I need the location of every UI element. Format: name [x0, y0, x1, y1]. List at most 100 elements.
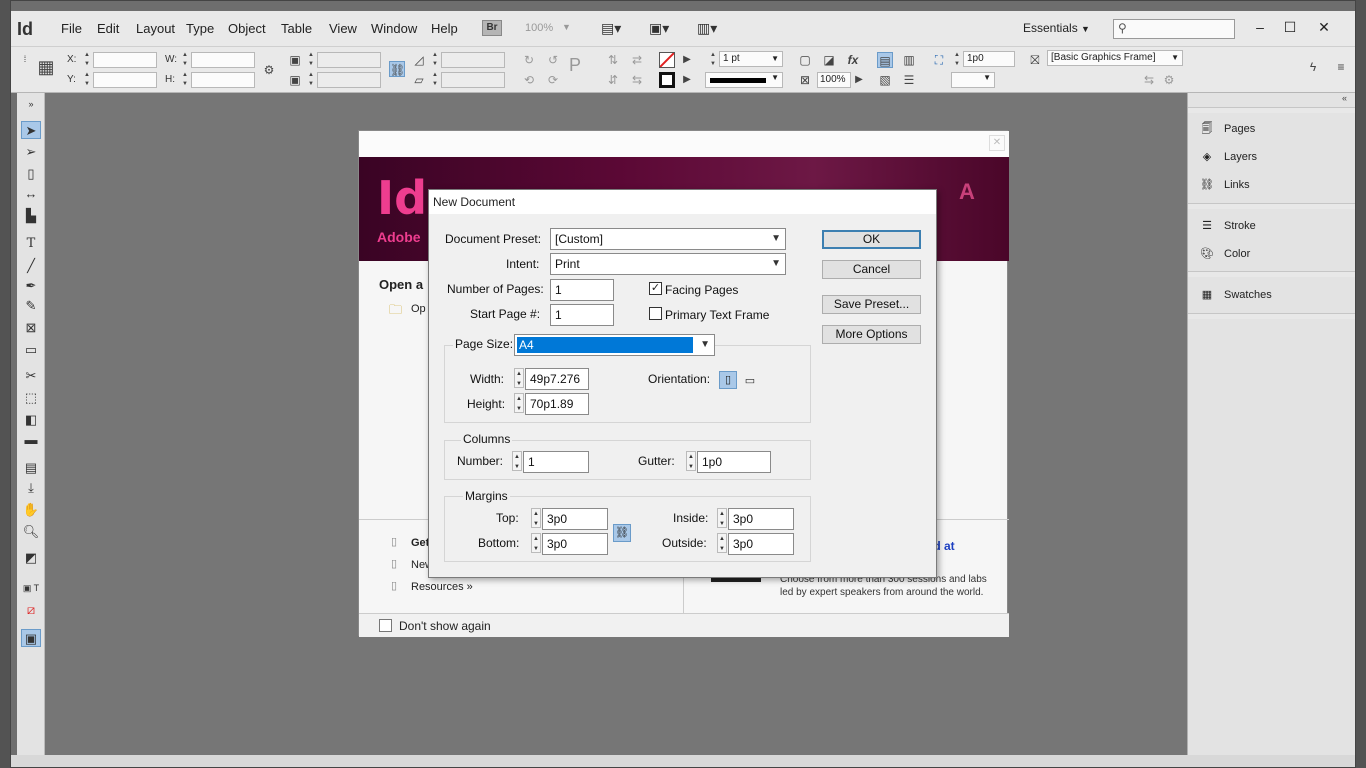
y-field[interactable]: [93, 72, 157, 88]
resources-link[interactable]: Resources »: [411, 581, 473, 593]
primary-text-frame-checkbox[interactable]: [649, 307, 662, 320]
panel-color[interactable]: 🎨︎ Color: [1198, 242, 1348, 266]
text-wrap-shape-icon[interactable]: ▧: [877, 72, 893, 88]
constrain-proportions-icon[interactable]: ⚙: [261, 62, 277, 78]
content-collector-icon[interactable]: ▙: [21, 207, 41, 225]
open-link[interactable]: Op: [411, 303, 426, 315]
bottom-margin-field[interactable]: 3p0: [542, 533, 608, 555]
top-margin-field[interactable]: 3p0: [542, 508, 608, 530]
bridge-button[interactable]: Br: [482, 20, 502, 36]
facing-pages-checkbox[interactable]: ✓: [649, 282, 662, 295]
width-field[interactable]: 49p7.276: [525, 368, 589, 390]
object-style-dropdown[interactable]: [Basic Graphics Frame] ▼: [1047, 50, 1183, 66]
scale-y-field[interactable]: [317, 72, 381, 88]
arrange-documents-icon[interactable]: ▥▾: [697, 20, 717, 37]
opacity-field[interactable]: 100%: [817, 72, 851, 88]
menu-file[interactable]: File: [61, 21, 82, 37]
scale-y-stepper[interactable]: ▲ ▼: [307, 71, 315, 89]
menu-help[interactable]: Help: [431, 21, 458, 37]
dont-show-checkbox[interactable]: [379, 619, 392, 632]
screen-mode-tool-icon[interactable]: ▣: [21, 629, 41, 647]
y-stepper[interactable]: ▲ ▼: [83, 71, 91, 89]
x-stepper[interactable]: ▲ ▼: [83, 51, 91, 69]
rectangle-frame-tool-icon[interactable]: ⊠: [21, 319, 41, 337]
w-field[interactable]: [191, 52, 255, 68]
rotate-ccw-icon[interactable]: ↺: [545, 52, 561, 68]
scissors-tool-icon[interactable]: ✂: [21, 367, 41, 385]
fill-stroke-icon[interactable]: ◩: [21, 549, 41, 567]
panel-stroke[interactable]: ☰ Stroke: [1198, 214, 1348, 238]
h-stepper[interactable]: ▲ ▼: [181, 71, 189, 89]
menu-layout[interactable]: Layout: [136, 21, 175, 37]
portrait-orientation-icon[interactable]: ▯: [719, 371, 737, 389]
type-tool-icon[interactable]: T: [21, 235, 41, 253]
outside-margin-field[interactable]: 3p0: [728, 533, 794, 555]
outside-stepper[interactable]: ▲ ▼: [717, 533, 727, 553]
top-stepper[interactable]: ▲ ▼: [531, 508, 541, 528]
formatting-affects-container-icon[interactable]: ▣ T: [21, 579, 41, 597]
select-next-icon[interactable]: ⇆: [629, 72, 645, 88]
zoom-level[interactable]: 100%: [525, 22, 553, 34]
collapse-toolbox-icon[interactable]: »: [21, 95, 41, 113]
opacity-dropdown-icon[interactable]: ▶: [851, 72, 867, 88]
stroke-dropdown-icon[interactable]: ▶: [679, 72, 695, 88]
stroke-weight-stepper[interactable]: ▲ ▼: [709, 51, 717, 69]
rotate-field[interactable]: [441, 52, 505, 68]
line-tool-icon[interactable]: ╱: [21, 257, 41, 275]
clear-overrides-icon[interactable]: ⇆: [1141, 72, 1157, 88]
zoom-tool-icon[interactable]: 🔍︎: [21, 523, 41, 541]
search-input[interactable]: ⚲: [1113, 19, 1235, 39]
text-wrap-bbox-icon[interactable]: ▥: [901, 52, 917, 68]
effects-icon[interactable]: fx: [845, 52, 861, 68]
columns-number-stepper[interactable]: ▲ ▼: [512, 451, 522, 471]
view-options-icon[interactable]: ▤▾: [601, 20, 621, 37]
control-panel-menu-icon[interactable]: ≡: [1333, 59, 1349, 75]
ok-button[interactable]: OK: [822, 230, 921, 249]
select-container-icon[interactable]: ⇅: [605, 52, 621, 68]
close-button[interactable]: ✕: [1311, 17, 1337, 37]
stroke-swatch[interactable]: [659, 72, 675, 88]
menu-table[interactable]: Table: [281, 21, 312, 37]
scale-x-field[interactable]: [317, 52, 381, 68]
width-stepper[interactable]: ▲ ▼: [514, 368, 524, 388]
workspace-switcher[interactable]: Essentials ▼: [1023, 21, 1090, 35]
style-options-icon[interactable]: ⚙: [1161, 72, 1177, 88]
rotate-cw-icon[interactable]: ↻: [521, 52, 537, 68]
gutter-field[interactable]: 1p0: [697, 451, 771, 473]
bottom-stepper[interactable]: ▲ ▼: [531, 533, 541, 553]
selection-tool-icon[interactable]: ➤: [21, 121, 41, 139]
flip-icon[interactable]: ⟲: [521, 72, 537, 88]
menu-object[interactable]: Object: [228, 21, 266, 37]
flip-vertical-icon[interactable]: ⟳: [545, 72, 561, 88]
text-wrap-none-icon[interactable]: ▤: [877, 52, 893, 68]
gap-stepper[interactable]: ▲ ▼: [953, 51, 961, 69]
menu-window[interactable]: Window: [371, 21, 417, 37]
select-previous-icon[interactable]: ⇄: [629, 52, 645, 68]
stroke-type-dropdown[interactable]: ▼: [705, 72, 783, 88]
zoom-dropdown-icon[interactable]: ▼: [562, 22, 571, 32]
stroke-weight-field[interactable]: 1 pt ▼: [719, 51, 783, 67]
minimize-button[interactable]: –: [1247, 17, 1273, 37]
welcome-close-icon[interactable]: ✕: [989, 135, 1005, 151]
columns-dropdown[interactable]: ▼: [951, 72, 995, 88]
link-margins-icon[interactable]: ⛓: [613, 524, 631, 542]
height-stepper[interactable]: ▲ ▼: [514, 393, 524, 413]
get-started-link[interactable]: Get: [411, 537, 429, 549]
drop-shadow-icon[interactable]: ▢: [797, 52, 813, 68]
inside-margin-field[interactable]: 3p0: [728, 508, 794, 530]
panel-pages[interactable]: 🗐︎ Pages: [1198, 117, 1348, 141]
pencil-tool-icon[interactable]: ✎: [21, 297, 41, 315]
shadow-icon[interactable]: ◪: [821, 52, 837, 68]
menu-edit[interactable]: Edit: [97, 21, 119, 37]
fill-swatch[interactable]: [659, 52, 675, 68]
page-tool-icon[interactable]: ▯: [21, 165, 41, 183]
hand-tool-icon[interactable]: ✋: [21, 501, 41, 519]
text-wrap-jump-icon[interactable]: ☰: [901, 72, 917, 88]
menu-type[interactable]: Type: [186, 21, 214, 37]
page-size-select[interactable]: A4 ▼: [514, 334, 715, 356]
height-field[interactable]: 70p1.89: [525, 393, 589, 415]
gap-tool-icon[interactable]: ↔: [21, 185, 41, 203]
columns-number-field[interactable]: 1: [523, 451, 589, 473]
more-options-button[interactable]: More Options: [822, 325, 921, 344]
pen-tool-icon[interactable]: ✒: [21, 277, 41, 295]
